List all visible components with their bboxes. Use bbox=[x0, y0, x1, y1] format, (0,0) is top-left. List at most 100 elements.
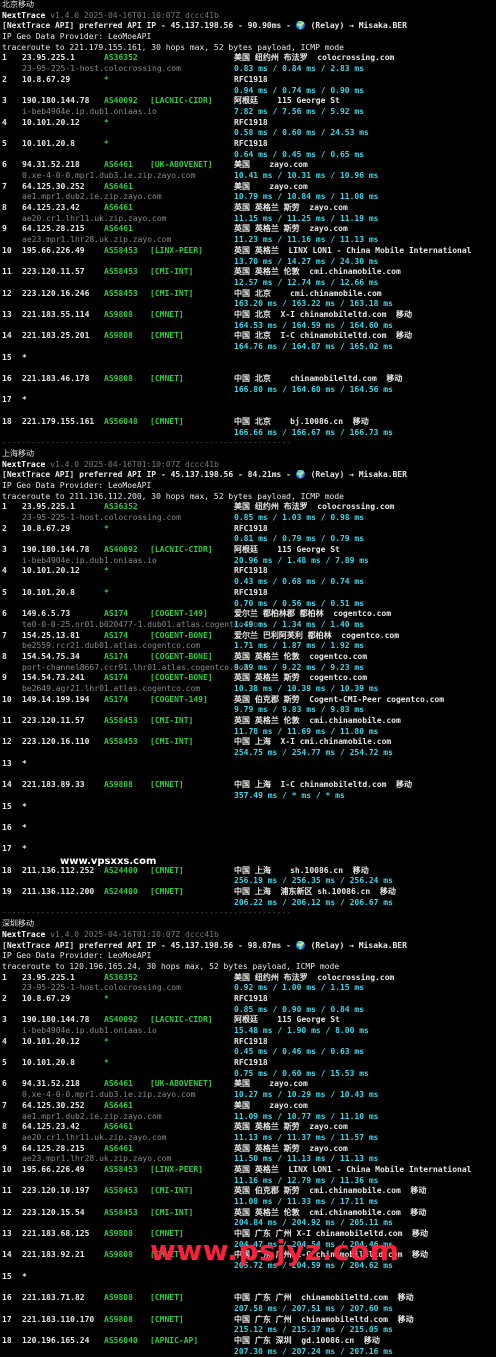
hop-row: 16 * bbox=[2, 823, 494, 834]
hop-hostname: 0.xe-4-0-0.mpr1.dub3.ie.zip.zayo.com bbox=[22, 1090, 196, 1100]
hop-geo: 中国 广东 深圳 gd.10086.cn 移动 bbox=[234, 1335, 380, 1345]
hop-rtt: 20.96 ms / 1.48 ms / 7.89 ms bbox=[234, 555, 369, 565]
hop-detail-row: 0.45 ms / 0.46 ms / 0.63 ms bbox=[2, 1047, 494, 1058]
hop-ip: 223.120.15.54 bbox=[22, 1207, 85, 1217]
hop-number: 13 bbox=[2, 758, 12, 768]
hop-detail-row: 0.58 ms / 0.60 ms / 24.53 ms bbox=[2, 128, 494, 139]
hop-row: 10 195.66.226.49 AS58453 [LINX-PEER] 英国 英格兰 … bbox=[2, 246, 494, 257]
hop-number: 7 bbox=[2, 181, 7, 191]
hop-ip: 190.180.144.78 bbox=[22, 1015, 90, 1025]
hop-detail-row: 0.xe-4-0-0.mpr1.dub3.ie.zip.zayo.com 10.2… bbox=[2, 1090, 494, 1101]
hop-detail-row: 0.64 ms / 0.45 ms / 0.65 ms bbox=[2, 150, 494, 161]
watermark-psjyz: www.psjyz.com bbox=[150, 1234, 400, 1267]
hop-hostname: port-channel8667.ccr91.lhr01.atlas.cogen… bbox=[22, 662, 249, 672]
hop-row: 18 120.196.165.24 AS56040 [APNIC-AP] 中国 广东 深… bbox=[2, 1336, 494, 1347]
geo-provider-line: IP Geo Data Provider: LeoMoeAPI bbox=[2, 951, 152, 961]
hop-asn: * bbox=[104, 566, 109, 576]
hop-asn: AS6461 bbox=[104, 203, 133, 213]
hop-row: 7 154.25.13.81 AS174 [COGENT-BONE] 爱尔兰 巴利阿芙利… bbox=[2, 631, 494, 642]
hop-number: 15 bbox=[2, 1271, 12, 1281]
hop-row: 19 211.136.112.200 AS24400 [CMNET] 中国 上海 浦东新… bbox=[2, 887, 494, 898]
hop-ip: 149.14.199.194 bbox=[22, 694, 90, 704]
hop-net-tag: [CMI-INT] bbox=[150, 716, 194, 726]
brand-line: NextTrace v1.4.0 2025-04-16T01:10:07Z dc… bbox=[2, 930, 494, 941]
hop-row: 9 64.125.28.215 AS6461 英国 英格兰 斯劳 zayo.com bbox=[2, 1144, 494, 1155]
hop-row: 11 223.120.11.57 AS58453 [CMI-INT] 英国 英格兰 伦敦… bbox=[2, 267, 494, 278]
hop-row: 18 221.179.155.161 AS56048 [CMNET] 中国 北京 bj.… bbox=[2, 417, 494, 428]
hop-number: 13 bbox=[2, 309, 12, 319]
hop-net-tag: [CMI-INT] bbox=[150, 737, 194, 747]
hop-ip: 10.101.20.12 bbox=[22, 117, 80, 127]
hop-detail-row: 164.76 ms / 164.87 ms / 165.02 ms bbox=[2, 342, 494, 353]
hop-detail-row: 256.19 ms / 256.35 ms / 256.24 ms bbox=[2, 876, 494, 887]
hop-geo: 阿根廷 115 George St bbox=[234, 1015, 340, 1025]
hop-asn: AS58453 bbox=[104, 288, 138, 298]
hop-detail-row: 207.30 ms / 207.24 ms / 207.16 ms bbox=[2, 1347, 494, 1357]
hop-detail-row: 11.08 ms / 11.33 ms / 17.11 ms bbox=[2, 1197, 494, 1208]
hop-asn: AS9808 bbox=[104, 309, 133, 319]
hop-ip: * bbox=[22, 395, 27, 405]
hop-geo: 中国 北京 cmi.chinamobile.com bbox=[234, 288, 382, 298]
hop-number: 2 bbox=[2, 993, 7, 1003]
hop-ip: 223.120.16.110 bbox=[22, 737, 90, 747]
hop-number: 3 bbox=[2, 1015, 7, 1025]
hop-ip: 223.120.10.197 bbox=[22, 1186, 90, 1196]
hop-ip: 10.101.20.12 bbox=[22, 566, 80, 576]
hop-number: 10 bbox=[2, 245, 12, 255]
hop-ip: 64.125.28.215 bbox=[22, 1143, 85, 1153]
hop-row: 14 221.183.89.33 AS9808 [CMNET] 中国 上海 I-C ch… bbox=[2, 780, 494, 791]
hop-rtt: 11.50 ms / 11.13 ms / 11.13 ms bbox=[234, 1154, 379, 1164]
hop-detail-row: te0-0-0-25.nr01.b020477-1.dub01.atlas.co… bbox=[2, 620, 494, 631]
hop-net-tag: [LINX-PEER] bbox=[150, 245, 203, 255]
hop-number: 11 bbox=[2, 267, 12, 277]
hop-rtt: 0.92 ms / 1.00 ms / 1.15 ms bbox=[234, 983, 365, 993]
hop-detail-row: 0.75 ms / 0.60 ms / 15.53 ms bbox=[2, 1069, 494, 1080]
hop-row: 11 223.120.10.197 AS58453 [CMI-INT] 英国 伯克郡 斯… bbox=[2, 1186, 494, 1197]
hop-row: 9 154.54.73.241 AS174 [COGENT-BONE] 英国 英格兰 斯… bbox=[2, 673, 494, 684]
api-line: [NextTrace API] preferred API IP - 45.13… bbox=[2, 940, 407, 950]
hop-row: 11 223.120.11.57 AS58453 [CMI-INT] 英国 英格兰 伦敦… bbox=[2, 716, 494, 727]
region-title: 北京移动 bbox=[2, 0, 34, 9]
hop-asn: AS40092 bbox=[104, 96, 138, 106]
hop-rtt: 164.76 ms / 164.87 ms / 165.02 ms bbox=[234, 342, 393, 351]
hop-net-tag: [CMI-INT] bbox=[150, 267, 194, 277]
hop-geo: 美国 纽约州 布法罗 colocrossing.com bbox=[234, 502, 395, 512]
hop-asn: AS6461 bbox=[104, 160, 133, 170]
separator-line: ----------------------------------------… bbox=[2, 908, 291, 918]
hop-geo: 英国 英格兰 伦敦 cogentco.com bbox=[234, 651, 368, 661]
hop-ip: 221.179.155.161 bbox=[22, 416, 95, 426]
hop-ip: 64.125.23.42 bbox=[22, 203, 80, 213]
hop-asn: AS9808 bbox=[104, 331, 133, 341]
hop-rtt: 357.49 ms / * ms / * ms bbox=[234, 790, 345, 800]
hop-geo: RFC1918 bbox=[234, 1058, 268, 1068]
region-title: 深圳移动 bbox=[2, 919, 34, 929]
hop-row: 8 154.54.75.34 AS174 [COGENT-BONE] 英国 英格兰 伦敦… bbox=[2, 652, 494, 663]
hop-detail-row: 23-95-225-1-host.colocrossing.com 0.83 ms… bbox=[2, 64, 494, 75]
hop-row: 15 * bbox=[2, 802, 494, 813]
hop-geo: RFC1918 bbox=[234, 138, 268, 148]
hop-rtt: 0.94 ms / 0.74 ms / 0.90 ms bbox=[234, 85, 365, 95]
hop-rtt: 1.71 ms / 1.87 ms / 1.92 ms bbox=[234, 641, 365, 651]
hop-rtt: 11.15 ms / 11.25 ms / 11.19 ms bbox=[234, 213, 379, 223]
hop-number: 2 bbox=[2, 74, 7, 84]
hop-detail-row: 0.81 ms / 0.79 ms / 0.79 ms bbox=[2, 534, 494, 545]
hop-asn: AS174 bbox=[104, 673, 129, 683]
hop-rtt: 10.79 ms / 10.84 ms / 11.08 ms bbox=[234, 192, 379, 202]
hop-asn: AS40092 bbox=[104, 1015, 138, 1025]
hop-geo: 美国 zayo.com bbox=[234, 181, 308, 191]
geo-provider-line: IP Geo Data Provider: LeoMoeAPI bbox=[2, 480, 152, 490]
hop-detail-row: 166.80 ms / 164.60 ms / 164.56 ms bbox=[2, 385, 494, 396]
hop-rtt: 0.43 ms / 0.68 ms / 0.74 ms bbox=[234, 577, 365, 587]
hop-asn: AS58453 bbox=[104, 716, 138, 726]
hop-detail-row: 166.66 ms / 166.67 ms / 166.73 ms bbox=[2, 428, 494, 439]
hop-geo: 中国 广东 广州 chinamobileltd.com 移动 bbox=[234, 1314, 414, 1324]
separator-line: ----------------------------------------… bbox=[2, 438, 291, 448]
hop-number: 6 bbox=[2, 1079, 7, 1089]
hop-net-tag: [COGENT-BONE] bbox=[150, 651, 213, 661]
hop-ip: 195.66.226.49 bbox=[22, 1164, 85, 1174]
hop-row: 17 * bbox=[2, 395, 494, 406]
api-line: [NextTrace API] preferred API IP - 45.13… bbox=[2, 470, 407, 480]
hop-number: 8 bbox=[2, 1122, 7, 1132]
hop-asn: AS9808 bbox=[104, 1293, 133, 1303]
hop-ip: 221.183.92.21 bbox=[22, 1250, 85, 1260]
